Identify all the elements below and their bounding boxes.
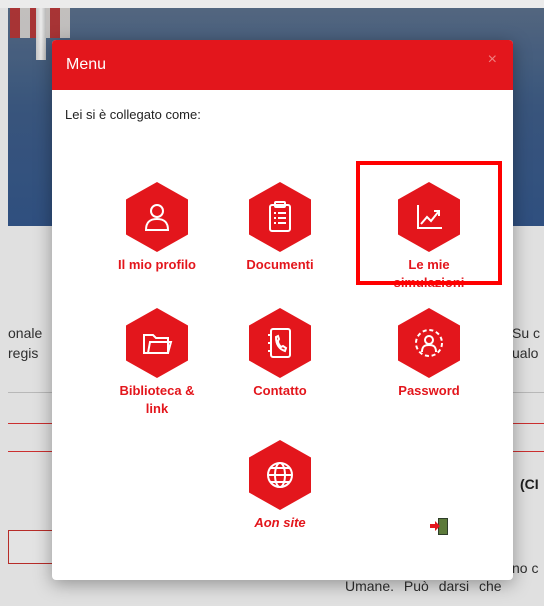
tile-label: Documenti (246, 257, 314, 272)
user-gear-icon (398, 308, 460, 378)
menu-tile-password[interactable]: Password (354, 308, 504, 400)
folder-icon (126, 308, 188, 378)
menu-tile-documents[interactable]: Documenti (205, 182, 355, 274)
logged-in-label: Lei si è collegato come: (65, 107, 201, 122)
menu-tile-contact[interactable]: Contatto (205, 308, 355, 400)
menu-tile-aon-site[interactable]: Aon site (205, 440, 355, 532)
globe-icon (249, 440, 311, 510)
phone-book-icon (249, 308, 311, 378)
clipboard-list-icon (249, 182, 311, 252)
modal-title: Menu (66, 56, 107, 73)
modal-header: Menu × (52, 40, 513, 90)
menu-modal: Menu × Lei si è collegato come: Il mio p… (52, 40, 513, 580)
logout-icon[interactable] (429, 516, 449, 536)
tile-label: Password (398, 383, 460, 398)
tile-label: Aon site (254, 515, 306, 530)
highlight-box (356, 161, 502, 285)
tile-label: Contatto (253, 383, 307, 398)
user-profile-icon (126, 182, 188, 252)
close-button[interactable]: × (488, 51, 497, 69)
